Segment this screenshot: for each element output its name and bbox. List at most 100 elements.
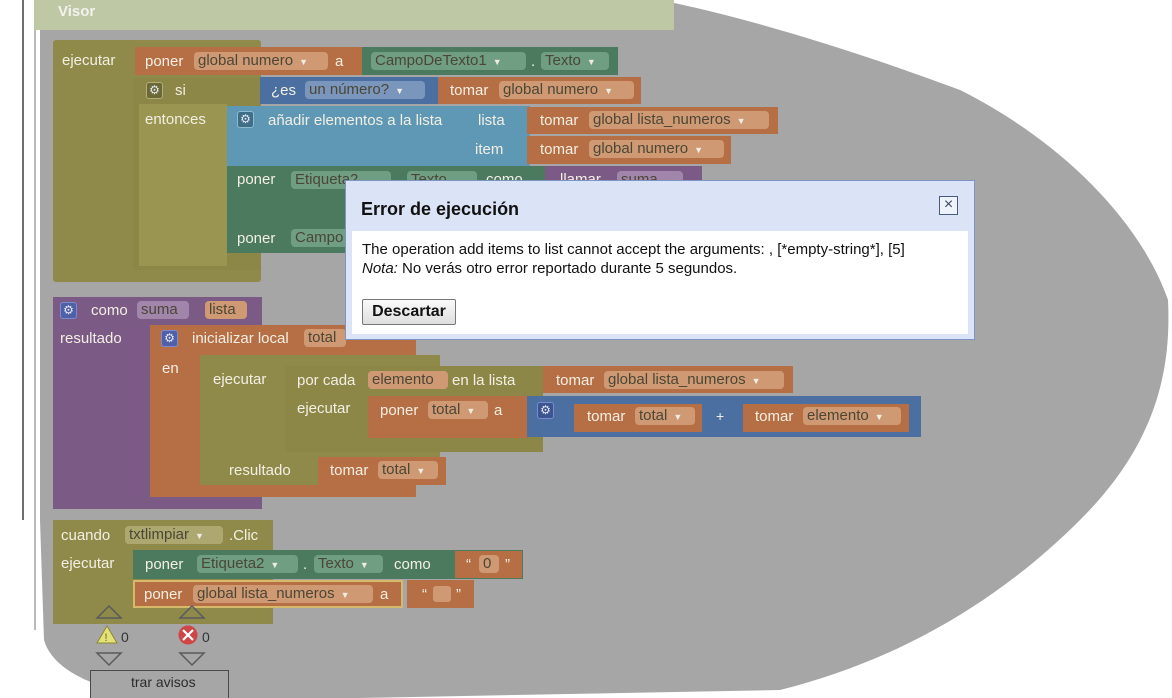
quote-close: ” <box>505 556 510 573</box>
gear-icon[interactable]: ⚙ <box>60 302 77 319</box>
dropdown-text: Etiqueta2 <box>201 555 265 572</box>
tomar-label: tomar <box>755 408 794 425</box>
error-note: Nota: No verás otro error reportado dura… <box>362 260 737 277</box>
elemento-dropdown[interactable]: elemento ▼ <box>803 407 901 425</box>
texto-dropdown[interactable]: Texto ▼ <box>314 555 383 573</box>
dropdown-text: global numero <box>593 140 689 157</box>
dropdown-text: elemento <box>807 407 869 424</box>
error-icon[interactable] <box>178 625 198 645</box>
ejecutar-label: ejecutar <box>297 400 351 417</box>
dot-label: . <box>303 556 308 573</box>
gear-icon[interactable]: ⚙ <box>161 330 178 347</box>
note-label: Nota: <box>362 260 398 277</box>
dialog-body: The operation add items to list cannot a… <box>352 231 968 334</box>
en-label: en <box>162 360 179 377</box>
blocks-workspace[interactable]: Visor ejecutar poner global numero ▼ a Ca… <box>0 0 1172 698</box>
etiqueta-dropdown[interactable]: Etiqueta2 ▼ <box>197 555 298 573</box>
es-label: ¿es <box>271 82 297 99</box>
dropdown-text: global lista_numeros <box>593 111 731 128</box>
global-numero-dropdown[interactable]: global numero ▼ <box>499 81 634 99</box>
como-label: como <box>91 302 128 319</box>
cuando-label: cuando <box>61 527 111 544</box>
ejecutar-label: ejecutar <box>61 555 115 572</box>
chevron-down-icon: ▼ <box>195 531 204 541</box>
tomar-label: tomar <box>587 408 626 425</box>
show-warnings-button[interactable]: trar avisos <box>90 670 229 698</box>
plus-label: + <box>716 408 725 424</box>
si-label: si <box>175 82 186 99</box>
field-text: elemento <box>372 371 434 388</box>
resultado-label: resultado <box>60 330 122 347</box>
dropdown-text: total <box>639 407 668 424</box>
chevron-down-icon: ▼ <box>604 86 613 96</box>
chevron-down-icon: ▼ <box>736 116 746 126</box>
global-lista-dropdown[interactable]: global lista_numeros ▼ <box>193 585 373 603</box>
quote-open: “ <box>422 586 427 603</box>
poner-label: poner <box>145 556 184 573</box>
clic-label: .Clic <box>229 527 259 544</box>
chevron-down-icon: ▼ <box>395 86 404 96</box>
gear-icon[interactable]: ⚙ <box>237 111 254 128</box>
tomar-label: tomar <box>556 372 595 389</box>
field-text: total <box>308 329 337 346</box>
global-numero-dropdown[interactable]: global numero ▼ <box>194 52 328 70</box>
global-lista-dropdown[interactable]: global lista_numeros ▼ <box>604 371 784 389</box>
global-lista-dropdown[interactable]: global lista_numeros ▼ <box>589 111 769 129</box>
ejecutar-label: ejecutar <box>62 52 116 69</box>
field-text: lista <box>209 301 236 318</box>
total-dropdown[interactable]: total ▼ <box>378 461 438 479</box>
text-zero-field[interactable]: 0 <box>479 555 499 573</box>
poner-label: poner <box>237 171 276 188</box>
chevron-down-icon: ▼ <box>751 376 761 386</box>
gear-icon[interactable]: ⚙ <box>146 82 163 99</box>
init-local-label: inicializar local <box>192 330 289 347</box>
warning-icon[interactable] <box>96 625 118 645</box>
global-numero-dropdown[interactable]: global numero ▼ <box>589 140 724 158</box>
error-dialog: Error de ejecución × The operation add i… <box>345 180 975 340</box>
dropdown-text: total <box>382 461 411 478</box>
error-message: The operation add items to list cannot a… <box>362 241 905 258</box>
arrow-up-icon[interactable] <box>179 605 205 619</box>
procedure-name-field[interactable]: suma <box>137 301 189 319</box>
chevron-down-icon: ▼ <box>416 466 426 476</box>
dot-label: . <box>531 53 536 70</box>
a-label: a <box>380 586 389 603</box>
note-text: No verás otro error reportado durante 5 … <box>397 260 738 277</box>
chevron-down-icon: ▼ <box>673 412 683 422</box>
total-dropdown[interactable]: total ▼ <box>635 407 695 425</box>
close-icon[interactable]: × <box>939 196 958 215</box>
a-label: a <box>335 53 344 70</box>
chevron-down-icon: ▼ <box>270 560 280 570</box>
is-number-dropdown[interactable]: un número? ▼ <box>305 81 425 99</box>
total-dropdown[interactable]: total ▼ <box>428 401 488 419</box>
arrow-down-icon[interactable] <box>96 652 122 666</box>
dropdown-text: Texto <box>545 52 581 69</box>
dropdown-text: global lista_numeros <box>197 585 335 602</box>
poner-label: poner <box>380 402 419 419</box>
param-lista-field[interactable]: lista <box>205 301 247 319</box>
por-cada-label: por cada <box>297 372 356 389</box>
dropdown-text: global lista_numeros <box>608 371 746 388</box>
ejecutar-label: ejecutar <box>213 371 267 388</box>
property-dropdown[interactable]: Texto ▼ <box>541 52 609 70</box>
poner-label: poner <box>145 53 184 70</box>
component-dropdown[interactable]: CampoDeTexto1 ▼ <box>371 52 526 70</box>
txtlimpiar-dropdown[interactable]: txtlimpiar ▼ <box>125 526 223 544</box>
tomar-label: tomar <box>450 82 489 99</box>
dismiss-button[interactable]: Descartar <box>362 299 456 325</box>
arrow-up-icon[interactable] <box>96 605 122 619</box>
dialog-title: Error de ejecución <box>361 199 520 219</box>
total-field[interactable]: total <box>304 329 346 347</box>
viewer-header: Visor <box>34 0 674 30</box>
como-label: como <box>394 556 431 573</box>
en-la-lista-label: en la lista <box>452 372 516 389</box>
gear-icon[interactable]: ⚙ <box>537 402 554 419</box>
elemento-field[interactable]: elemento <box>368 371 448 389</box>
chevron-down-icon: ▼ <box>340 590 350 600</box>
arrow-down-icon[interactable] <box>179 652 205 666</box>
viewer-title: Visor <box>58 3 96 20</box>
dropdown-text: txtlimpiar <box>129 526 190 543</box>
text-empty-field[interactable] <box>433 586 451 602</box>
error-count: 0 <box>202 629 210 645</box>
chevron-down-icon: ▼ <box>874 412 884 422</box>
